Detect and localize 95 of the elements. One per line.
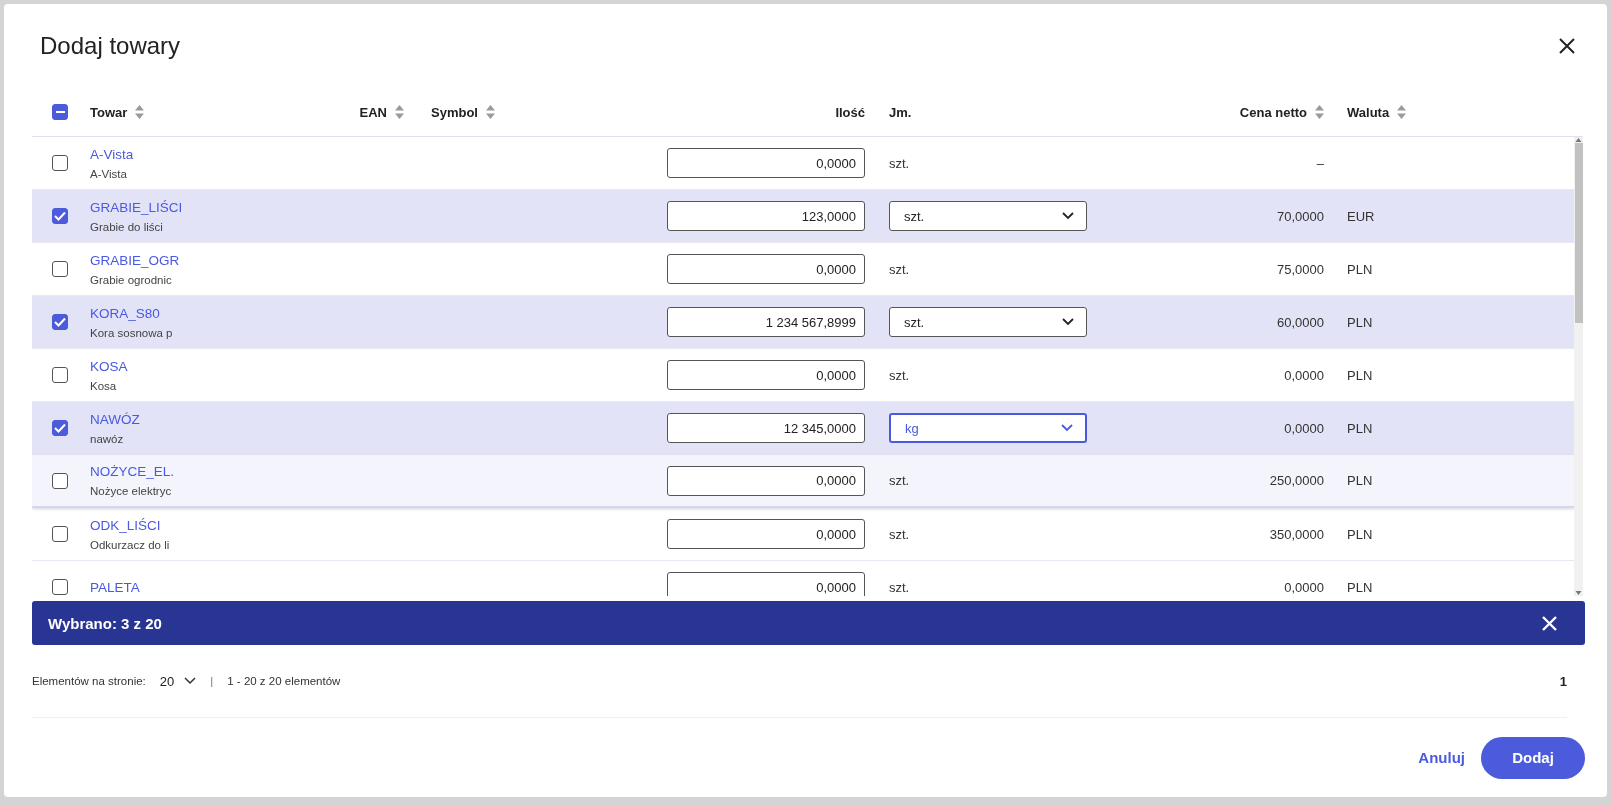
price-cell: 350,0000 xyxy=(1269,526,1324,542)
product-link[interactable]: KORA_S80 xyxy=(90,305,160,321)
sort-icon[interactable] xyxy=(1315,105,1324,119)
product-description: Odkurzacz do li xyxy=(90,538,170,551)
table-row[interactable]: NAWÓZ nawóz 12 345,0000 kg 0,0000 PLN xyxy=(32,402,1574,455)
product-description: Nożyce elektryc xyxy=(90,485,172,497)
quantity-input[interactable]: 123,0000 xyxy=(667,201,865,231)
chevron-icon xyxy=(1062,318,1074,326)
select-all-checkbox[interactable] xyxy=(52,104,68,120)
table-row[interactable]: NOŻYCE_EL. Nożyce elektryc 0,0000 szt. 250,0000 PLN xyxy=(32,455,1574,508)
product-link[interactable]: ODK_LIŚCI xyxy=(90,517,161,533)
currency-cell: PLN xyxy=(1347,261,1373,277)
price-cell: 0,0000 xyxy=(1284,420,1324,436)
row-checkbox[interactable] xyxy=(52,579,68,595)
product-link[interactable]: NOŻYCE_EL. xyxy=(90,464,175,479)
product-description: Grabie do liści xyxy=(90,220,163,233)
unit-dropdown[interactable]: kg xyxy=(889,413,1087,443)
add-button[interactable]: Dodaj xyxy=(1481,736,1585,779)
quantity-input[interactable]: 0,0000 xyxy=(667,572,865,596)
row-checkbox[interactable] xyxy=(52,472,68,489)
separator: | xyxy=(210,675,214,687)
product-description: nawóz xyxy=(90,432,124,445)
quantity-input[interactable]: 0,0000 xyxy=(667,360,865,390)
price-cell: – xyxy=(1316,155,1324,171)
chevron-icon xyxy=(1061,424,1073,432)
unit-cell: szt. xyxy=(889,367,910,383)
quantity-input[interactable]: 0,0000 xyxy=(667,254,865,284)
chevron-icon xyxy=(184,677,197,685)
product-link[interactable]: GRABIE_LIŚCI xyxy=(90,199,183,215)
table-row[interactable]: ODK_LIŚCI Odkurzacz do li 0,0000 szt. 350,0000 PLN xyxy=(32,508,1574,561)
page-size-label: Elementów na stronie: xyxy=(32,675,146,687)
unit-cell: szt. xyxy=(889,261,910,277)
product-description: Kora sosnowa p xyxy=(90,326,173,339)
selection-count: Wybrano: 3 z 20 xyxy=(48,614,162,632)
product-link[interactable]: A-Vista xyxy=(90,146,134,162)
product-link[interactable]: KOSA xyxy=(90,358,128,374)
scrollbar[interactable] xyxy=(1574,137,1583,596)
page-number[interactable]: 1 xyxy=(1559,673,1567,689)
table-row[interactable]: KORA_S80 Kora sosnowa p 1 234 567,8999 szt. 60,0000 PLN xyxy=(32,296,1574,349)
scroll-down-icon[interactable] xyxy=(1574,590,1583,596)
price-cell: 60,0000 xyxy=(1277,314,1324,330)
row-checkbox[interactable] xyxy=(52,420,68,436)
sort-icon[interactable] xyxy=(135,105,145,119)
price-cell: 0,0000 xyxy=(1284,367,1324,383)
chevron-icon xyxy=(1062,212,1074,220)
product-link[interactable]: GRABIE_OGR xyxy=(90,252,180,268)
product-description: Kosa xyxy=(90,379,117,392)
quantity-input[interactable]: 0,0000 xyxy=(667,465,865,496)
currency-cell: PLN xyxy=(1347,420,1373,436)
price-cell: 70,0000 xyxy=(1277,208,1324,224)
currency-cell: PLN xyxy=(1347,579,1373,595)
column-header[interactable]: Towar xyxy=(88,104,344,120)
page-size-dropdown[interactable]: 20 xyxy=(159,673,197,689)
page-range: 1 - 20 z 20 elementów xyxy=(227,675,341,687)
currency-cell: EUR xyxy=(1347,208,1375,224)
row-checkbox[interactable] xyxy=(52,526,68,542)
product-link[interactable]: NAWÓZ xyxy=(90,411,140,427)
price-cell: 0,0000 xyxy=(1284,579,1324,595)
sort-icon[interactable] xyxy=(1397,105,1407,119)
column-header[interactable]: Cena netto xyxy=(1114,104,1328,120)
currency-cell: PLN xyxy=(1347,526,1373,542)
quantity-input[interactable]: 1 234 567,8999 xyxy=(667,307,865,337)
quantity-input[interactable]: 0,0000 xyxy=(667,148,865,178)
table-row[interactable]: GRABIE_LIŚCI Grabie do liści 123,0000 szt. 70,0000 EUR xyxy=(32,190,1574,243)
sort-icon[interactable] xyxy=(395,105,404,119)
product-description: Grabie ogrodnic xyxy=(90,273,172,286)
currency-cell: PLN xyxy=(1347,367,1373,383)
column-header[interactable]: Ilość xyxy=(644,104,869,120)
column-header[interactable]: Jm. xyxy=(869,104,1114,120)
unit-dropdown[interactable]: szt. xyxy=(889,307,1087,337)
currency-cell: PLN xyxy=(1347,473,1373,488)
unit-cell: szt. xyxy=(889,155,910,171)
price-cell: 250,0000 xyxy=(1269,473,1324,488)
dialog-title: Dodaj towary xyxy=(40,32,181,60)
close-icon[interactable] xyxy=(1559,38,1575,54)
column-header[interactable]: Symbol xyxy=(404,104,644,120)
row-checkbox[interactable] xyxy=(52,155,68,171)
currency-cell: PLN xyxy=(1347,314,1373,330)
product-link[interactable]: PALETA xyxy=(90,579,140,595)
sort-icon[interactable] xyxy=(485,105,495,119)
unit-cell: szt. xyxy=(889,526,910,542)
unit-cell: szt. xyxy=(889,473,910,488)
column-header[interactable]: EAN xyxy=(344,104,404,120)
row-checkbox[interactable] xyxy=(52,208,68,224)
quantity-input[interactable]: 12 345,0000 xyxy=(667,413,865,443)
price-cell: 75,0000 xyxy=(1277,261,1324,277)
column-header[interactable]: Waluta xyxy=(1328,104,1583,120)
row-checkbox[interactable] xyxy=(52,314,68,330)
row-checkbox[interactable] xyxy=(52,367,68,383)
unit-dropdown[interactable]: szt. xyxy=(889,201,1087,231)
cancel-button[interactable]: Anuluj xyxy=(1414,745,1469,770)
quantity-input[interactable]: 0,0000 xyxy=(667,519,865,549)
row-checkbox[interactable] xyxy=(52,261,68,277)
unit-cell: szt. xyxy=(889,579,910,595)
product-description: A-Vista xyxy=(90,167,127,180)
